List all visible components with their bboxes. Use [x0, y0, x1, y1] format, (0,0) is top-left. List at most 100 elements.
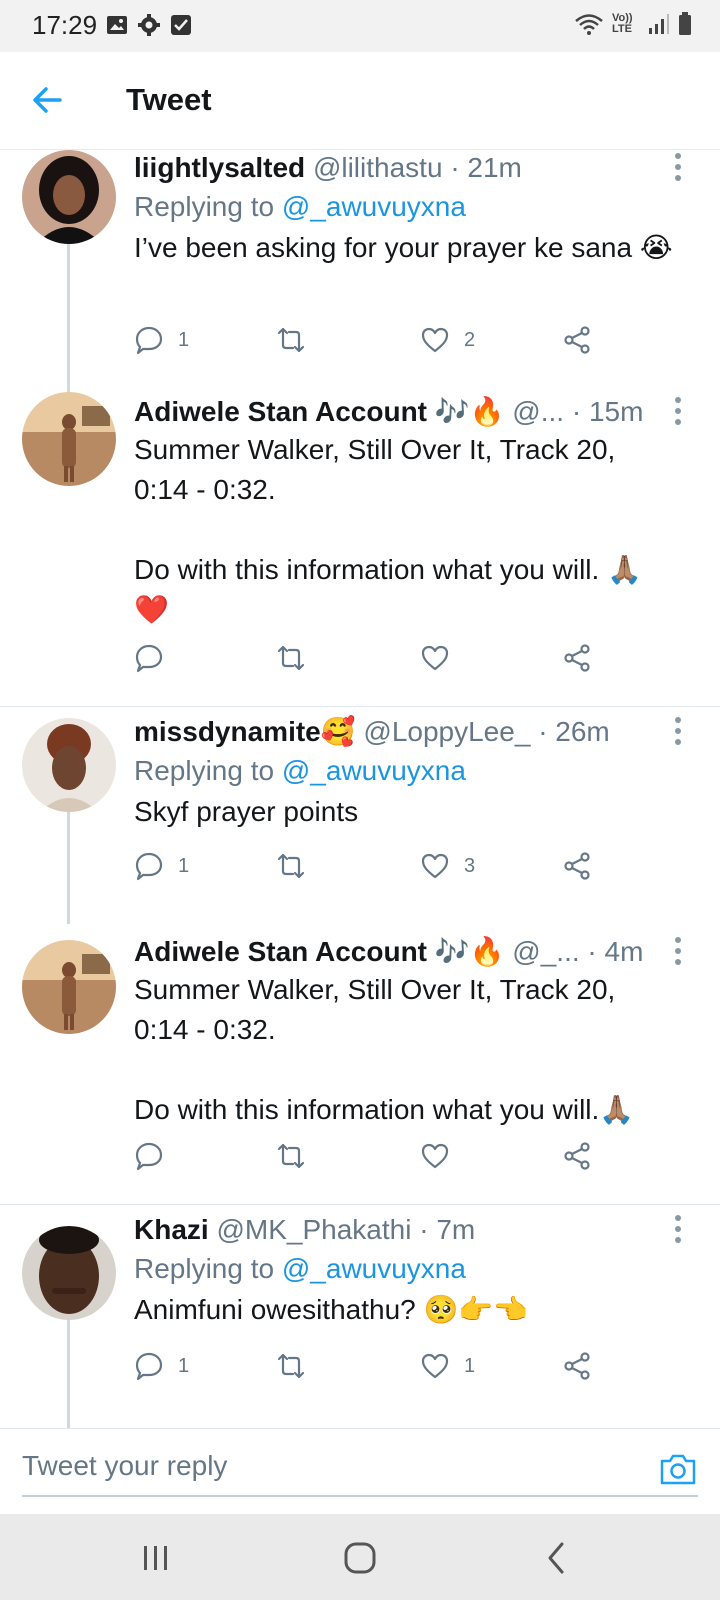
share-action[interactable]: [562, 848, 592, 884]
retweet-icon[interactable]: [276, 1351, 306, 1381]
tweet-actions: 1 3: [134, 848, 604, 884]
retweet-icon[interactable]: [276, 325, 306, 355]
tweet-header: Khazi @MK_Phakathi · 7m: [134, 1212, 698, 1248]
avatar[interactable]: [22, 392, 116, 486]
share-action[interactable]: [562, 1348, 592, 1384]
retweet-action[interactable]: [276, 1348, 320, 1384]
wifi-icon: [575, 14, 603, 35]
back-nav-icon[interactable]: [536, 1538, 576, 1578]
thread-divider: [0, 1204, 720, 1205]
share-icon[interactable]: [562, 325, 592, 355]
tweet[interactable]: Adiwele Stan Account 🎶🔥 @_... · 4m Summe…: [0, 932, 720, 1202]
tweet-body: liightlysalted @lilithastu · 21m Replyin…: [134, 150, 698, 268]
display-name[interactable]: Adiwele Stan Account 🎶🔥: [134, 936, 505, 967]
reply-count: 1: [178, 328, 190, 351]
handle[interactable]: @...: [512, 396, 564, 427]
retweet-icon[interactable]: [276, 1141, 306, 1171]
more-options-icon[interactable]: [674, 396, 682, 426]
heart-icon[interactable]: [420, 1141, 450, 1171]
share-icon[interactable]: [562, 1141, 592, 1171]
reply-icon[interactable]: [134, 1141, 164, 1171]
timestamp: · 4m: [587, 936, 644, 967]
like-count: 1: [464, 1354, 476, 1377]
replying-to-prefix: Replying to: [134, 1253, 282, 1284]
display-name[interactable]: liightlysalted: [134, 152, 305, 183]
display-name[interactable]: missdynamite🥰: [134, 716, 356, 747]
reply-action[interactable]: 1: [134, 848, 189, 884]
recent-apps-icon[interactable]: [136, 1538, 176, 1578]
tweet-body: Khazi @MK_Phakathi · 7m Replying to @_aw…: [134, 1212, 698, 1330]
replying-to-prefix: Replying to: [134, 755, 282, 786]
volte-icon: Vo)) LTE: [612, 12, 633, 35]
back-arrow-icon[interactable]: [30, 82, 66, 118]
more-options-icon[interactable]: [674, 1214, 682, 1244]
retweet-icon[interactable]: [276, 643, 306, 673]
reply-icon[interactable]: [134, 325, 164, 355]
timestamp: · 21m: [450, 152, 522, 183]
tweet[interactable]: Khazi @MK_Phakathi · 7m Replying to @_aw…: [0, 1210, 720, 1428]
retweet-action[interactable]: [276, 1138, 320, 1174]
tweet-body: missdynamite🥰 @LoppyLee_ · 26m Replying …: [134, 714, 698, 832]
tweet-text: Summer Walker, Still Over It, Track 20, …: [134, 974, 635, 1125]
heart-icon[interactable]: [420, 1351, 450, 1381]
more-options-icon[interactable]: [674, 936, 682, 966]
tweet-actions: 1 2: [134, 322, 604, 358]
reply-icon[interactable]: [134, 1351, 164, 1381]
like-count: 3: [464, 854, 476, 877]
retweet-icon[interactable]: [276, 851, 306, 881]
retweet-action[interactable]: [276, 640, 320, 676]
mention-link[interactable]: @_awuvuyxna: [282, 1253, 466, 1284]
avatar[interactable]: [22, 150, 116, 244]
like-action[interactable]: [420, 1138, 464, 1174]
heart-icon[interactable]: [420, 643, 450, 673]
handle[interactable]: @MK_Phakathi: [216, 1214, 411, 1245]
avatar[interactable]: [22, 1226, 116, 1320]
tweet[interactable]: missdynamite🥰 @LoppyLee_ · 26m Replying …: [0, 712, 720, 924]
display-name[interactable]: Adiwele Stan Account 🎶🔥: [134, 396, 505, 427]
retweet-action[interactable]: [276, 848, 320, 884]
handle[interactable]: @_...: [512, 936, 579, 967]
share-action[interactable]: [562, 640, 592, 676]
reply-action[interactable]: [134, 1138, 178, 1174]
share-action[interactable]: [562, 1138, 592, 1174]
reply-count: 1: [178, 854, 190, 877]
share-action[interactable]: [562, 322, 592, 358]
display-name[interactable]: Khazi: [134, 1214, 209, 1245]
reply-action[interactable]: [134, 640, 178, 676]
timestamp: · 15m: [571, 396, 644, 427]
camera-icon[interactable]: [658, 1451, 698, 1487]
reply-composer: [0, 1428, 720, 1514]
like-action[interactable]: 1: [420, 1348, 475, 1384]
mention-link[interactable]: @_awuvuyxna: [282, 755, 466, 786]
reply-icon[interactable]: [134, 643, 164, 673]
handle[interactable]: @lilithastu: [313, 152, 443, 183]
heart-icon[interactable]: [420, 325, 450, 355]
tweet[interactable]: liightlysalted @lilithastu · 21m Replyin…: [0, 150, 720, 394]
retweet-action[interactable]: [276, 322, 320, 358]
home-icon[interactable]: [340, 1538, 380, 1578]
avatar[interactable]: [22, 940, 116, 1034]
like-action[interactable]: 2: [420, 322, 475, 358]
reply-icon[interactable]: [134, 851, 164, 881]
share-icon[interactable]: [562, 1351, 592, 1381]
reply-input[interactable]: [22, 1437, 698, 1497]
tweet-text: Summer Walker, Still Over It, Track 20, …: [134, 434, 642, 625]
heart-icon[interactable]: [420, 851, 450, 881]
tweet[interactable]: Adiwele Stan Account 🎶🔥 @... · 15m Summe…: [0, 392, 720, 692]
reply-action[interactable]: 1: [134, 1348, 189, 1384]
like-action[interactable]: [420, 640, 464, 676]
share-icon[interactable]: [562, 851, 592, 881]
tweet-body: Adiwele Stan Account 🎶🔥 @_... · 4m Summe…: [134, 934, 698, 1130]
reply-action[interactable]: 1: [134, 322, 189, 358]
reply-count: 1: [178, 1354, 190, 1377]
status-notification-icons: [106, 14, 192, 36]
more-options-icon[interactable]: [674, 152, 682, 182]
like-action[interactable]: 3: [420, 848, 475, 884]
more-options-icon[interactable]: [674, 716, 682, 746]
mention-link[interactable]: @_awuvuyxna: [282, 191, 466, 222]
tweet-actions: [134, 640, 604, 676]
avatar[interactable]: [22, 718, 116, 812]
timestamp: · 26m: [538, 716, 610, 747]
handle[interactable]: @LoppyLee_: [363, 716, 530, 747]
share-icon[interactable]: [562, 643, 592, 673]
